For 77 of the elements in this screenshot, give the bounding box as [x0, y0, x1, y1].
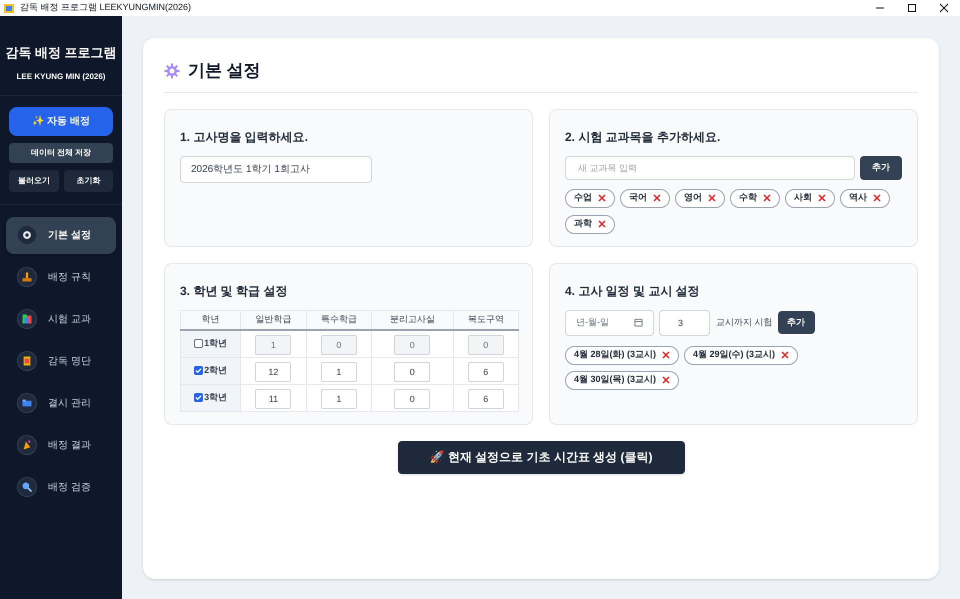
app-subtitle: LEE KYUNG MIN (2026)	[16, 70, 106, 82]
column-header: 학년	[180, 310, 241, 330]
tag-label: 사회	[794, 191, 812, 204]
tag-label: 수업	[574, 191, 592, 204]
tag-label: 수학	[739, 191, 757, 204]
tag-label: 4월 29일(수) (3교시)	[693, 348, 776, 362]
folder-icon	[18, 394, 36, 412]
calendar-icon[interactable]	[634, 318, 643, 327]
nav-item[interactable]: 배정 검증	[6, 468, 116, 506]
reset-button[interactable]: 초기화	[64, 170, 113, 192]
remove-icon[interactable]	[662, 376, 670, 384]
section-heading: 1. 고사명을 입력하세요.	[180, 128, 310, 146]
section-heading: 4. 고사 일정 및 교시 설정	[565, 282, 701, 300]
count-field[interactable]: 0	[394, 362, 430, 382]
tag-label: 과학	[574, 217, 592, 230]
remove-icon[interactable]	[662, 351, 670, 359]
column-header: 일반학급	[240, 310, 306, 330]
tag-label: 4월 30일(목) (3교시)	[574, 373, 656, 386]
remove-icon[interactable]	[763, 194, 771, 202]
checkbox[interactable]	[194, 393, 204, 402]
window-title: 감독 배정 프로그램 LEEKYUNGMIN(2026)	[20, 1, 192, 14]
save-all-button[interactable]: 데이터 전체 저장	[9, 142, 113, 162]
nav-item[interactable]: 배정 결과	[6, 426, 116, 464]
column-header: 특수학급	[306, 310, 372, 330]
grade-label: 1학년	[204, 337, 228, 350]
section-heading: 3. 학년 및 학급 설정	[180, 282, 288, 300]
remove-icon[interactable]	[818, 194, 826, 202]
app-title: 감독 배정 프로그램	[4, 44, 118, 62]
gear-icon	[164, 62, 180, 79]
subject-field[interactable]: 새 교과목 입력	[565, 156, 856, 180]
checkbox[interactable]	[194, 366, 204, 375]
count-field[interactable]: 0	[394, 334, 430, 355]
remove-icon[interactable]	[873, 194, 881, 202]
tag-label: 영어	[684, 191, 702, 204]
add-date-button[interactable]: 추가	[778, 311, 815, 334]
count-field[interactable]: 0	[468, 334, 504, 355]
nav-item[interactable]: 시험 교과	[6, 300, 116, 338]
grade-label: 3학년	[204, 390, 228, 404]
date-field[interactable]: 년-월-일	[565, 310, 654, 336]
books-icon	[18, 310, 36, 328]
load-button[interactable]: 불러오기	[9, 170, 58, 192]
remove-icon[interactable]	[708, 194, 716, 202]
checkbox[interactable]	[194, 339, 204, 348]
tag-label: 4월 28일(화) (3교시)	[574, 348, 656, 362]
generate-timetable-button[interactable]: 🚀 현재 설정으로 기초 시간표 생성 (클릭)	[398, 440, 684, 474]
exam-name-field[interactable]: 2026학년도 1학기 1회고사	[180, 156, 372, 182]
count-field[interactable]: 11	[255, 388, 292, 408]
app-icon	[3, 2, 15, 14]
page-title: 기본 설정	[188, 60, 261, 82]
period-label: 교시까지 시험	[716, 316, 773, 329]
tag-label: 국어	[629, 191, 647, 204]
count-field[interactable]: 12	[255, 362, 292, 382]
remove-icon[interactable]	[598, 194, 606, 202]
count-field[interactable]: 0	[320, 334, 357, 355]
period-field[interactable]: 3	[659, 310, 710, 336]
count-field[interactable]: 1	[320, 388, 357, 408]
column-header: 복도구역	[453, 310, 518, 330]
nav-item[interactable]: 감독 명단	[6, 342, 116, 380]
auto-assign-button[interactable]: ✨ 자동 배정	[9, 106, 113, 136]
count-field[interactable]: 6	[468, 388, 504, 408]
column-header: 분리고사실	[372, 310, 454, 330]
count-field[interactable]: 1	[255, 334, 292, 355]
remove-icon[interactable]	[781, 351, 790, 359]
search-icon	[18, 478, 36, 496]
add-subject-button[interactable]: 추가	[860, 156, 902, 180]
tag-label: 역사	[849, 191, 867, 204]
gear-icon	[18, 226, 36, 244]
grade-label: 2학년	[204, 364, 228, 377]
nav-item[interactable]: 결시 관리	[6, 384, 116, 422]
remove-icon[interactable]	[653, 194, 661, 202]
remove-icon[interactable]	[598, 220, 606, 228]
nav-item[interactable]: 기본 설정	[6, 216, 116, 254]
nav-item[interactable]: 배정 규칙	[6, 258, 116, 296]
count-field[interactable]: 1	[320, 362, 357, 382]
count-field[interactable]: 6	[468, 362, 504, 382]
section-heading: 2. 시험 교과목을 추가하세요.	[565, 128, 722, 146]
count-field[interactable]: 0	[394, 388, 430, 408]
